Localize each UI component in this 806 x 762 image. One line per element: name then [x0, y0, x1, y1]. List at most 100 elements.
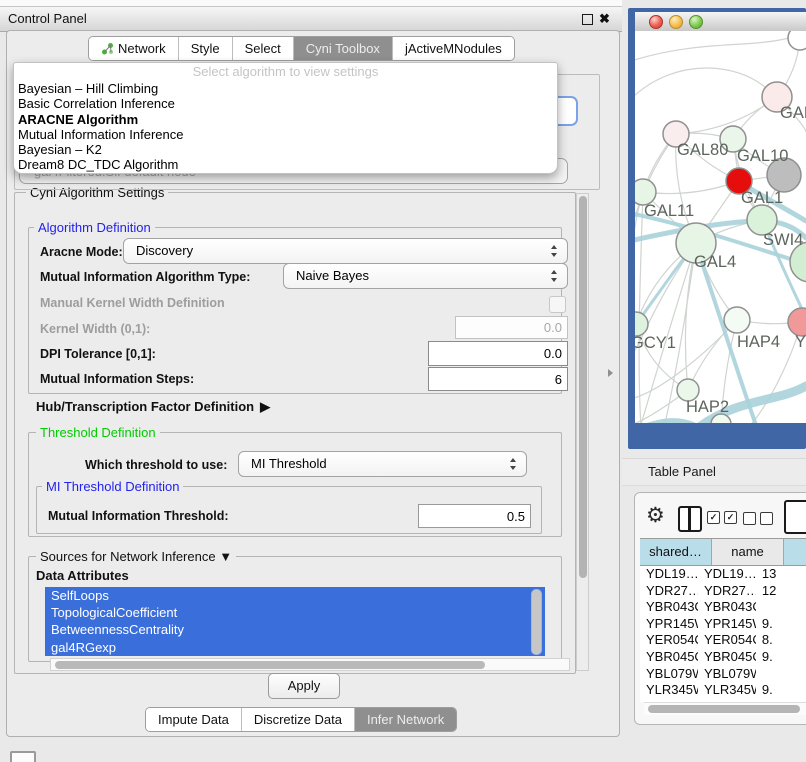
table-cell: 8.	[756, 632, 806, 649]
check-glyph: ✓	[710, 512, 718, 522]
table-cell	[756, 599, 806, 616]
hscroll-thumb[interactable]	[55, 661, 485, 669]
network-node-hap4[interactable]	[724, 307, 750, 333]
control-panel-title: Control Panel	[8, 7, 87, 31]
tab-cyni-toolbox[interactable]: Cyni Toolbox	[293, 37, 392, 60]
control-panel-titlebar: Control Panel ✖	[0, 6, 622, 32]
table-row[interactable]: YDR27…YDR27…12	[640, 583, 806, 600]
page-icon[interactable]	[784, 500, 806, 534]
table-cell: YDR27…	[698, 583, 756, 600]
tab-network[interactable]: Network	[89, 37, 178, 60]
table-cell: 9.	[756, 649, 806, 666]
network-icon	[101, 42, 114, 55]
attributes-scrollbar[interactable]	[531, 589, 542, 655]
mi-threshold-label: Mutual Information Threshold:	[48, 509, 229, 523]
vscroll-thumb[interactable]	[579, 196, 587, 578]
settings-hscrollbar[interactable]	[50, 658, 570, 671]
kernel-width-field[interactable]	[455, 316, 568, 339]
tab-label: Impute Data	[158, 709, 229, 731]
tab-select[interactable]: Select	[232, 37, 293, 60]
zoom-traffic-light[interactable]	[689, 15, 703, 29]
mi-threshold-field[interactable]	[418, 504, 531, 528]
aracne-mode-combo[interactable]: Discovery	[123, 238, 568, 264]
algorithm-popup-items: Bayesian – Hill ClimbingBasic Correlatio…	[14, 81, 557, 173]
network-node-y[interactable]	[788, 308, 806, 336]
mi-threshold-title: MI Threshold Definition	[42, 479, 183, 494]
table-hscrollbar[interactable]	[644, 702, 806, 715]
collapsed-panel-icon[interactable]	[10, 751, 36, 762]
network-node-gcy1[interactable]	[635, 312, 648, 336]
tab-label: Infer Network	[367, 709, 444, 731]
sources-title-text: Sources for Network Inference	[40, 549, 216, 564]
close-icon[interactable]: ✖	[599, 10, 610, 28]
table-row[interactable]: YPR145WYPR145W9.	[640, 616, 806, 633]
close-traffic-light[interactable]	[649, 15, 663, 29]
table-cell: 12	[756, 583, 806, 600]
network-node[interactable]	[788, 31, 806, 50]
table-row[interactable]: YBR045CYBR045C9.	[640, 649, 806, 666]
spinner-icon	[550, 245, 558, 257]
table-cell: YBL079W	[640, 666, 698, 683]
mi-algorithm-type-value: Naive Bayes	[296, 264, 369, 288]
node-label-gal10: GAL10	[737, 147, 788, 165]
tab-infer-network[interactable]: Infer Network	[354, 708, 456, 731]
attribute-item-gal4rgexp[interactable]: gal4RGexp	[45, 639, 545, 656]
algorithm-item-bayesian-hill-climbing[interactable]: Bayesian – Hill Climbing	[14, 81, 557, 96]
tab-label: jActiveMNodules	[405, 38, 502, 60]
settings-vscrollbar[interactable]	[576, 193, 589, 671]
table-panel-title: Table Panel	[648, 459, 716, 485]
split-columns-icon[interactable]	[678, 506, 702, 532]
top-tab-bar: NetworkStyleSelectCyni Toolbox jActiveMNo…	[88, 36, 515, 61]
hub-definition-toggle[interactable]: Hub/Transcription Factor Definition▶	[36, 399, 270, 415]
table-row[interactable]: YBL079WYBL079W	[640, 666, 806, 683]
table-row[interactable]: YER054CYER054C8.	[640, 632, 806, 649]
table-row[interactable]: YBR043CYBR043C	[640, 599, 806, 616]
attribute-item-selfloops[interactable]: SelfLoops	[45, 587, 545, 604]
table-cell: YBR045C	[698, 649, 756, 666]
apply-button[interactable]: Apply	[268, 673, 340, 699]
float-window-icon[interactable]	[582, 14, 593, 25]
tab-discretize-data[interactable]: Discretize Data	[241, 708, 354, 731]
gear-icon[interactable]: ⚙	[646, 503, 665, 529]
minimize-traffic-light[interactable]	[669, 15, 683, 29]
algorithm-item-dream8-dc-tdc-algorithm[interactable]: Dream8 DC_TDC Algorithm	[14, 157, 557, 172]
select-all-checks-icon[interactable]: ✓ ✓	[707, 511, 737, 524]
table-cell: YPR145W	[698, 616, 756, 633]
tab-jactivemnodules[interactable]: jActiveMNodules	[392, 37, 514, 60]
table-row[interactable]: YLR345WYLR345W9.	[640, 682, 806, 699]
table-row[interactable]: YDL19…YDL19…13	[640, 566, 806, 583]
deselect-checks-icon[interactable]	[743, 512, 773, 525]
attribute-item-betweennesscentrality[interactable]: BetweennessCentrality	[45, 621, 545, 638]
manual-kernel-checkbox[interactable]	[549, 296, 566, 313]
node-label-gcy1: GCY1	[635, 334, 676, 352]
mi-algorithm-type-label: Mutual Information Algorithm Type:	[40, 270, 250, 284]
sources-title[interactable]: Sources for Network Inference ▼	[36, 549, 236, 564]
table-hscroll-thumb[interactable]	[648, 705, 800, 713]
algorithm-item-basic-correlation-inference[interactable]: Basic Correlation Inference	[14, 96, 557, 111]
algorithm-item-bayesian-k2[interactable]: Bayesian – K2	[14, 142, 557, 157]
column-header-name[interactable]: name	[712, 539, 784, 565]
mi-steps-field[interactable]	[428, 367, 568, 391]
attribute-item-topologicalcoefficient[interactable]: TopologicalCoefficient	[45, 604, 545, 621]
algorithm-item-aracne-algorithm[interactable]: ARACNE Algorithm	[14, 112, 557, 127]
tab-style[interactable]: Style	[178, 37, 232, 60]
table-cell: 13	[756, 566, 806, 583]
which-threshold-label: Which threshold to use:	[85, 458, 227, 472]
algorithm-item-mutual-information-inference[interactable]: Mutual Information Inference	[14, 127, 557, 142]
node-label-hap4: HAP4	[737, 333, 780, 351]
tab-impute-data[interactable]: Impute Data	[146, 708, 241, 731]
node-label-hap2: HAP2	[686, 398, 729, 416]
algorithm-combo-focus-ring[interactable]	[556, 96, 578, 126]
column-header-clipped[interactable]	[784, 539, 806, 565]
node-label-y: Y	[795, 333, 806, 351]
mi-algorithm-type-combo[interactable]: Naive Bayes	[283, 263, 568, 289]
network-view[interactable]: GALGAL80GAL10GAL1GAL11SWI4GAL4GCY1HAP4YH…	[635, 31, 806, 423]
column-header-shared[interactable]: shared…	[640, 539, 712, 565]
which-threshold-combo[interactable]: MI Threshold	[238, 451, 527, 477]
table-cell: YBR043C	[698, 599, 756, 616]
dpi-tolerance-field[interactable]	[428, 341, 568, 366]
table-cell: YDL19…	[698, 566, 756, 583]
hub-definition-label: Hub/Transcription Factor Definition	[36, 399, 254, 414]
dpi-tolerance-label: DPI Tolerance [0,1]:	[40, 347, 156, 361]
splitter-handle-icon[interactable]	[608, 369, 613, 377]
